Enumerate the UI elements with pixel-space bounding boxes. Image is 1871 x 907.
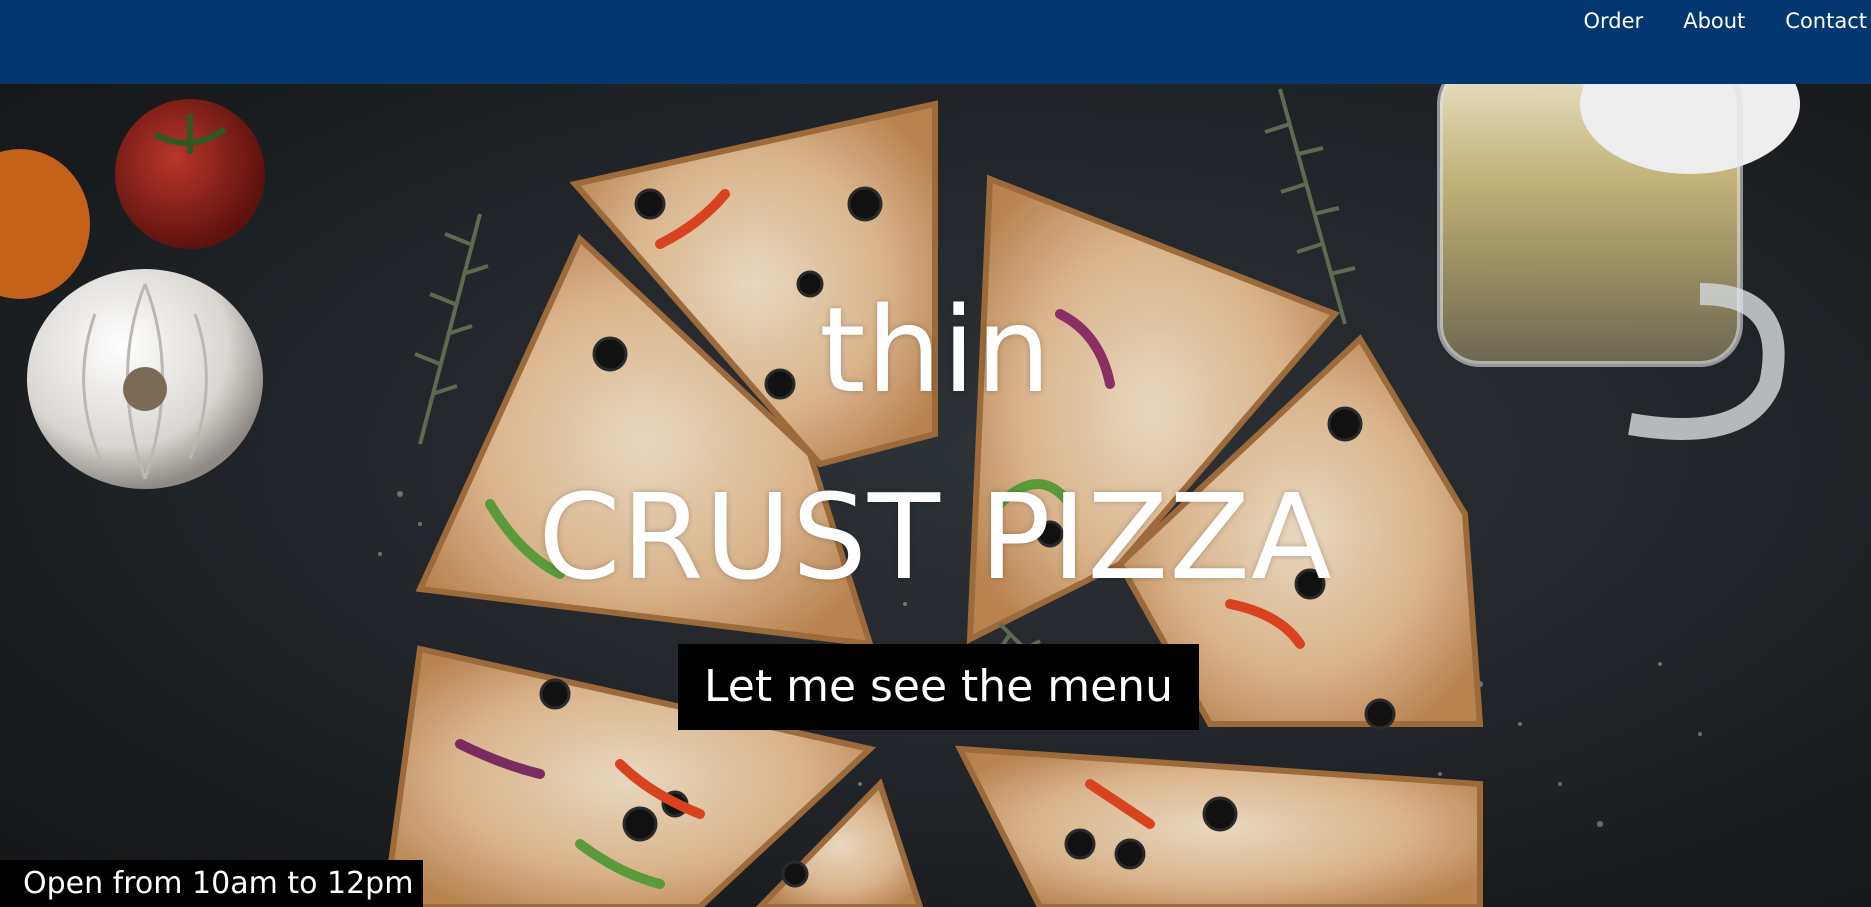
nav-links: Order About Contact xyxy=(1564,4,1871,38)
nav-order-link[interactable]: Order xyxy=(1564,4,1664,38)
opening-hours-badge: Open from 10am to 12pm xyxy=(0,860,424,907)
top-navbar: Order About Contact xyxy=(0,0,1871,84)
hero-title-thin: thin xyxy=(819,281,1052,419)
see-menu-button[interactable]: Let me see the menu xyxy=(678,644,1199,730)
hero-title-crust-pizza: CRUST PIZZA xyxy=(538,468,1333,606)
nav-about-link[interactable]: About xyxy=(1663,4,1765,38)
nav-contact-link[interactable]: Contact xyxy=(1765,4,1871,38)
hero-section: thin CRUST PIZZA Let me see the menu Ope… xyxy=(0,84,1871,907)
